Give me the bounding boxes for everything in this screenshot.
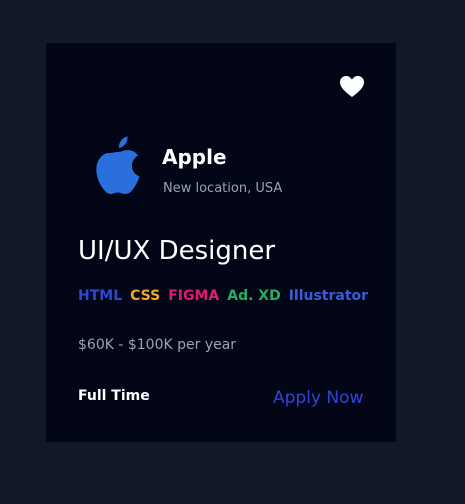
tag-figma: FIGMA <box>168 288 220 304</box>
heart-icon[interactable] <box>339 75 365 99</box>
company-location: New location, USA <box>163 181 283 196</box>
salary-range: $60K - $100K per year <box>78 337 237 353</box>
skill-tags: HTML CSS FIGMA Ad. XD Illustrator <box>78 287 368 305</box>
tag-html: HTML <box>78 288 123 304</box>
apple-logo-icon <box>96 136 140 194</box>
tag-css: CSS <box>130 288 161 304</box>
apply-now-button[interactable]: Apply Now <box>273 387 363 409</box>
company-name: Apple <box>162 145 227 169</box>
tag-adobe-xd: Ad. XD <box>227 288 281 304</box>
tag-illustrator: Illustrator <box>288 288 369 304</box>
job-title: UI/UX Designer <box>78 236 276 266</box>
job-type: Full Time <box>78 388 150 404</box>
